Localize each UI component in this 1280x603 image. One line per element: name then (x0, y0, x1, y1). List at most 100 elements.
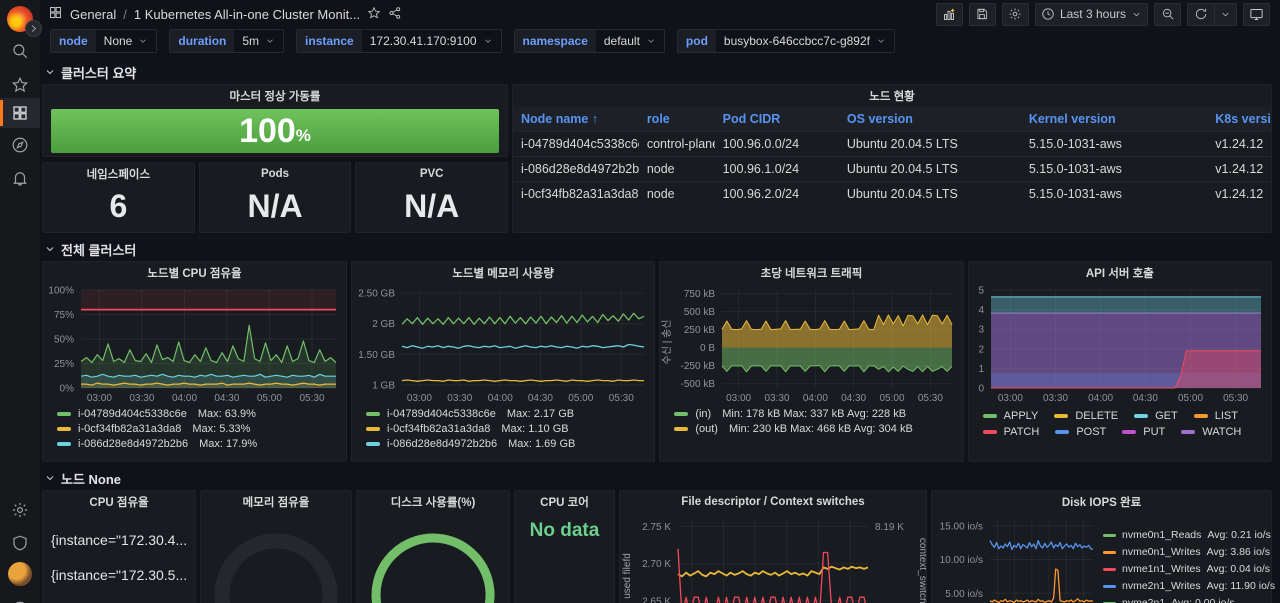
refresh-interval-dropdown[interactable] (1214, 3, 1237, 26)
svg-text:100%: 100% (48, 286, 74, 297)
memory-per-node-chart[interactable]: 03:0003:3004:0004:3005:0005:301 GB1.50 G… (352, 284, 654, 404)
legend-item[interactable]: nvme2n1_WritesAvg: 11.90 io/s (1103, 580, 1271, 592)
add-panel-button[interactable] (936, 3, 963, 26)
legend-item[interactable]: i-0cf34fb82a31a3da8Max: 5.33% (57, 423, 338, 435)
table-column-header[interactable]: Kernel version (1021, 107, 1207, 132)
legend-item[interactable]: POST (1055, 426, 1106, 438)
chevron-down-icon (265, 36, 275, 46)
legend-swatch (674, 427, 688, 431)
legend-item[interactable]: i-086d28e8d4972b2b6Max: 17.9% (57, 438, 338, 450)
cpu-per-node-chart[interactable]: 03:0003:3004:0004:3005:0005:300%25%50%75… (43, 284, 346, 404)
table-column-header[interactable]: role (639, 107, 715, 132)
breadcrumb-folder[interactable]: General (70, 7, 116, 22)
svg-text:03:00: 03:00 (407, 393, 432, 404)
variable-value-dropdown[interactable]: None (96, 30, 157, 52)
legend-item[interactable]: PATCH (983, 426, 1040, 438)
table-column-header[interactable]: OS version (839, 107, 1021, 132)
panel-title[interactable]: 마스터 정상 가동률 (43, 85, 507, 107)
legend-item[interactable]: i-04789d404c5338c6eMax: 63.9% (57, 408, 338, 420)
dashboard-title[interactable]: 1 Kubernetes All-in-one Cluster Monit... (134, 7, 360, 22)
legend-item[interactable]: i-04789d404c5338c6eMax: 2.17 GB (366, 408, 646, 420)
variable-value-dropdown[interactable]: 172.30.41.170:9100 (362, 30, 501, 52)
uptime-unit: % (296, 126, 311, 146)
table-cell: Ubuntu 20.04.5 LTS (839, 157, 1021, 182)
table-column-header[interactable]: Pod CIDR (715, 107, 839, 132)
alerting-bell-icon[interactable] (0, 163, 40, 193)
refresh-button[interactable] (1187, 3, 1214, 26)
legend-item[interactable]: GET (1134, 410, 1178, 422)
section-cluster-summary[interactable]: 클러스터 요약 (42, 60, 1272, 84)
panel-title[interactable]: 초당 네트워크 트래픽 (660, 262, 962, 284)
user-avatar[interactable] (8, 562, 32, 586)
chevron-down-icon (44, 243, 56, 255)
legend-swatch (1054, 414, 1068, 418)
panel-title[interactable]: API 서버 호출 (969, 262, 1271, 284)
panel-title[interactable]: 디스크 사용률(%) (357, 491, 509, 513)
filefd-chart[interactable]: 2.75 K2.70 K2.65 K2.60 K8.19 K4.10 Kused… (620, 513, 926, 603)
starred-icon[interactable] (0, 70, 40, 100)
favorite-star-icon[interactable] (367, 6, 381, 23)
help-icon[interactable] (0, 594, 40, 603)
panel-title[interactable]: 메모리 점유율 (201, 491, 351, 513)
dashboard-settings-button[interactable] (1002, 3, 1029, 26)
zoom-out-button[interactable] (1154, 3, 1181, 26)
panel-title[interactable]: 노드 현황 (513, 85, 1271, 107)
table-column-header[interactable]: K8s version (1207, 107, 1271, 132)
network-traffic-chart[interactable]: 03:0003:3004:0004:3005:0005:30-500 kB-25… (660, 284, 962, 404)
legend-item[interactable]: (in)Min: 178 kB Max: 337 kB Avg: 228 kB (674, 408, 954, 420)
kiosk-mode-button[interactable] (1243, 3, 1270, 26)
search-icon[interactable] (0, 36, 40, 66)
time-range-label: Last 3 hours (1060, 7, 1126, 21)
panel-title[interactable]: 노드별 CPU 점유율 (43, 262, 346, 284)
disk-iops-chart[interactable]: 15.00 io/s10.00 io/s5.00 io/s (932, 513, 1103, 603)
legend-item[interactable]: i-086d28e8d4972b2b6Max: 1.69 GB (366, 438, 646, 450)
legend-item[interactable]: nvme1n1_WritesAvg: 0.04 io/s (1103, 563, 1271, 575)
table-column-header[interactable]: Node name ↑ (513, 107, 639, 132)
section-node-none[interactable]: 노드 None (42, 466, 1272, 490)
svg-text:0 B: 0 B (700, 343, 715, 354)
legend-swatch (983, 414, 997, 418)
legend-item[interactable]: nvme0n1_WritesAvg: 3.86 io/s (1103, 546, 1271, 558)
sidebar-expand-button[interactable] (25, 20, 42, 37)
legend-label: nvme0n1_Writes (1122, 546, 1201, 558)
legend-label: i-0cf34fb82a31a3da8 (387, 423, 490, 435)
table-cell: v1.24.12 (1207, 157, 1271, 182)
time-range-picker[interactable]: Last 3 hours (1035, 3, 1148, 26)
variable-value-dropdown[interactable]: default (596, 30, 664, 52)
legend-swatch (366, 427, 380, 431)
variable-value-dropdown[interactable]: 5m (234, 30, 283, 52)
legend-item[interactable]: nvme2n1Avg: 0.00 io/s (1103, 597, 1271, 603)
panel-title[interactable]: CPU 코어 (515, 491, 614, 513)
variable-label: node (51, 30, 96, 52)
legend-item[interactable]: WATCH (1181, 426, 1241, 438)
settings-gear-icon[interactable] (0, 495, 40, 525)
api-server-calls-chart[interactable]: 03:0003:3004:0004:3005:0005:30012345 (969, 284, 1271, 404)
svg-text:03:30: 03:30 (447, 393, 472, 404)
table-cell: i-086d28e8d4972b2b6 (513, 157, 639, 182)
svg-text:04:30: 04:30 (1133, 393, 1158, 404)
svg-text:2 GB: 2 GB (372, 319, 395, 330)
svg-text:25%: 25% (54, 359, 74, 370)
legend-item[interactable]: APPLY (983, 410, 1039, 422)
section-title: 전체 클러스터 (61, 240, 136, 259)
panel-title[interactable]: 노드별 메모리 사용량 (352, 262, 654, 284)
save-dashboard-button[interactable] (969, 3, 996, 26)
panel-title[interactable]: CPU 점유율 (43, 491, 195, 513)
section-whole-cluster[interactable]: 전체 클러스터 (42, 237, 1272, 261)
memory-gauge (201, 517, 351, 603)
legend-item[interactable]: i-0cf34fb82a31a3da8Max: 1.10 GB (366, 423, 646, 435)
dashboards-icon[interactable] (0, 98, 40, 128)
legend-label: (in) (695, 408, 711, 420)
legend-item[interactable]: (out)Min: 230 kB Max: 468 kB Avg: 304 kB (674, 423, 954, 435)
explore-compass-icon[interactable] (0, 130, 40, 160)
legend-item[interactable]: LIST (1194, 410, 1238, 422)
panel-title[interactable]: Disk IOPS 완료 (932, 491, 1271, 513)
share-icon[interactable] (388, 6, 402, 23)
variable-value-dropdown[interactable]: busybox-646ccbcc7c-g892f (716, 30, 894, 52)
legend-item[interactable]: nvme0n1_ReadsAvg: 0.21 io/s (1103, 529, 1271, 541)
legend-item[interactable]: DELETE (1054, 410, 1118, 422)
legend-item[interactable]: PUT (1122, 426, 1165, 438)
admin-shield-icon[interactable] (0, 528, 40, 558)
panel-title[interactable]: File descriptor / Context switches (620, 491, 926, 513)
legend-swatch (1134, 414, 1148, 418)
